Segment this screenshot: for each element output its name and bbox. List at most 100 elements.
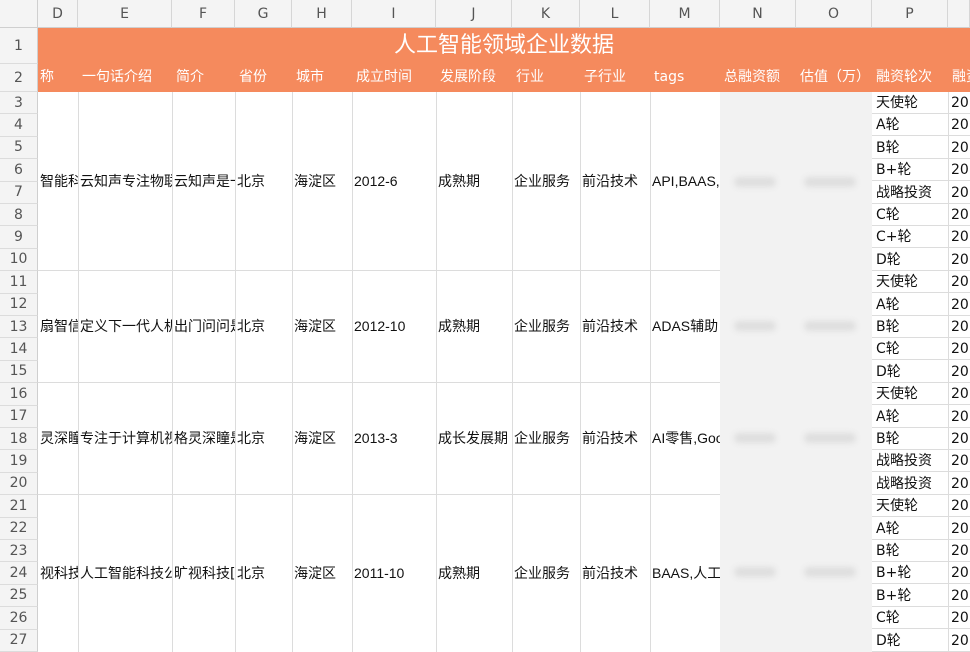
company-3-industry[interactable]: 企业服务 bbox=[512, 494, 580, 652]
row-header-27[interactable]: 27 bbox=[0, 629, 38, 652]
row-header-1[interactable]: 1 bbox=[0, 28, 38, 64]
round-cell[interactable]: D轮 bbox=[872, 630, 948, 652]
company-1-sub[interactable]: 前沿技术 bbox=[580, 270, 650, 382]
round-cell[interactable]: A轮 bbox=[872, 294, 948, 316]
round-cell[interactable]: B轮 bbox=[872, 540, 948, 562]
company-3-city[interactable]: 海淀区 bbox=[292, 494, 352, 652]
spreadsheet[interactable]: DEFGHIJKLMNOP 1 2 3 4 5 6 7 8 9 10 11 12 13 14 15 16 17 1… bbox=[0, 0, 970, 652]
column-header-12[interactable]: P bbox=[872, 0, 948, 28]
header-cell-6[interactable]: 发展阶段 bbox=[436, 64, 512, 90]
row-header-17[interactable]: 17 bbox=[0, 405, 38, 428]
round-cell[interactable]: D轮 bbox=[872, 249, 948, 271]
round-cell[interactable]: A轮 bbox=[872, 406, 948, 428]
company-3-sub[interactable]: 前沿技术 bbox=[580, 494, 650, 652]
column-header-13[interactable] bbox=[948, 0, 970, 28]
company-2-tags[interactable]: AI零售,Goo bbox=[650, 382, 720, 494]
company-0-province[interactable]: 北京 bbox=[235, 92, 292, 270]
round-cell[interactable]: B轮 bbox=[872, 137, 948, 159]
round-date-cell[interactable]: 201 bbox=[948, 562, 970, 585]
row-header-3[interactable]: 3 bbox=[0, 92, 38, 115]
row-header-20[interactable]: 20 bbox=[0, 472, 38, 496]
round-cell[interactable]: B+轮 bbox=[872, 159, 948, 182]
column-header-2[interactable]: F bbox=[172, 0, 235, 28]
round-date-cell[interactable]: 201 bbox=[948, 473, 970, 495]
round-date-cell[interactable]: 201 bbox=[948, 92, 970, 114]
round-date-cell[interactable]: 201 bbox=[948, 518, 970, 540]
round-date-cell[interactable]: 201 bbox=[948, 406, 970, 428]
company-2-city[interactable]: 海淀区 bbox=[292, 382, 352, 494]
row-header-10[interactable]: 10 bbox=[0, 248, 38, 272]
header-cell-0[interactable]: 称 bbox=[38, 64, 78, 90]
round-date-cell[interactable]: 201 bbox=[948, 361, 970, 383]
row-header-4[interactable]: 4 bbox=[0, 114, 38, 137]
company-2-stage[interactable]: 成长发展期 bbox=[436, 382, 512, 494]
header-cell-12[interactable]: 融资轮次 bbox=[872, 64, 948, 90]
row-header-14[interactable]: 14 bbox=[0, 338, 38, 361]
round-cell[interactable]: B轮 bbox=[872, 316, 948, 338]
company-2-province[interactable]: 北京 bbox=[235, 382, 292, 494]
round-date-cell[interactable]: 201 bbox=[948, 338, 970, 361]
header-cell-2[interactable]: 简介 bbox=[172, 64, 235, 90]
round-cell[interactable]: 天使轮 bbox=[872, 383, 948, 406]
round-date-cell[interactable]: 201 bbox=[948, 383, 970, 406]
round-date-cell[interactable]: 201 bbox=[948, 450, 970, 473]
company-3-province[interactable]: 北京 bbox=[235, 494, 292, 652]
row-header-13[interactable]: 13 bbox=[0, 316, 38, 339]
company-0-sub[interactable]: 前沿技术 bbox=[580, 92, 650, 270]
company-0-intro[interactable]: 云知声专注物联 bbox=[78, 92, 172, 270]
row-header-24[interactable]: 24 bbox=[0, 562, 38, 585]
company-2-brief[interactable]: 格灵深瞳是 bbox=[172, 382, 235, 494]
header-cell-8[interactable]: 子行业 bbox=[580, 64, 650, 90]
company-3-intro[interactable]: 人工智能科技公 bbox=[78, 494, 172, 652]
row-header-21[interactable]: 21 bbox=[0, 495, 38, 518]
select-all-corner[interactable] bbox=[0, 0, 38, 28]
company-1-city[interactable]: 海淀区 bbox=[292, 270, 352, 382]
company-1-province[interactable]: 北京 bbox=[235, 270, 292, 382]
company-0-founded[interactable]: 2012-6 bbox=[352, 92, 436, 270]
column-header-6[interactable]: J bbox=[436, 0, 512, 28]
column-header-9[interactable]: M bbox=[650, 0, 720, 28]
company-0-stage[interactable]: 成熟期 bbox=[436, 92, 512, 270]
round-cell[interactable]: C+轮 bbox=[872, 226, 948, 249]
header-cell-13[interactable]: 融资 bbox=[948, 64, 970, 90]
header-cell-1[interactable]: 一句话介绍 bbox=[78, 64, 172, 90]
header-cell-9[interactable]: tags bbox=[650, 64, 720, 90]
row-header-5[interactable]: 5 bbox=[0, 136, 38, 160]
company-1-founded[interactable]: 2012-10 bbox=[352, 270, 436, 382]
company-1-tags[interactable]: ADAS辅助 bbox=[650, 270, 720, 382]
column-header-1[interactable]: E bbox=[78, 0, 172, 28]
round-date-cell[interactable]: 201 bbox=[948, 137, 970, 159]
company-3-stage[interactable]: 成熟期 bbox=[436, 494, 512, 652]
column-header-0[interactable]: D bbox=[38, 0, 78, 28]
round-cell[interactable]: C轮 bbox=[872, 338, 948, 361]
row-header-26[interactable]: 26 bbox=[0, 607, 38, 630]
row-header-22[interactable]: 22 bbox=[0, 517, 38, 540]
header-cell-11[interactable]: 估值（万） bbox=[796, 64, 872, 90]
column-header-10[interactable]: N bbox=[720, 0, 796, 28]
row-header-7[interactable]: 7 bbox=[0, 181, 38, 204]
round-cell[interactable]: 战略投资 bbox=[872, 473, 948, 495]
row-header-23[interactable]: 23 bbox=[0, 540, 38, 563]
round-date-cell[interactable]: 201 bbox=[948, 226, 970, 249]
round-cell[interactable]: 战略投资 bbox=[872, 182, 948, 204]
company-1-name[interactable]: 扇智信 bbox=[38, 270, 78, 382]
round-date-cell[interactable]: 201 bbox=[948, 114, 970, 137]
company-2-intro[interactable]: 专注于计算机视 bbox=[78, 382, 172, 494]
column-header-7[interactable]: K bbox=[512, 0, 580, 28]
company-2-industry[interactable]: 企业服务 bbox=[512, 382, 580, 494]
round-cell[interactable]: B轮 bbox=[872, 428, 948, 450]
round-date-cell[interactable]: 201 bbox=[948, 316, 970, 338]
row-header-9[interactable]: 9 bbox=[0, 226, 38, 249]
row-header-6[interactable]: 6 bbox=[0, 159, 38, 182]
company-2-sub[interactable]: 前沿技术 bbox=[580, 382, 650, 494]
round-cell[interactable]: B+轮 bbox=[872, 562, 948, 585]
round-cell[interactable]: 战略投资 bbox=[872, 450, 948, 473]
company-3-tags[interactable]: BAAS,人工 bbox=[650, 494, 720, 652]
round-date-cell[interactable]: 201 bbox=[948, 249, 970, 271]
round-cell[interactable]: A轮 bbox=[872, 518, 948, 540]
round-cell[interactable]: 天使轮 bbox=[872, 92, 948, 114]
row-header-16[interactable]: 16 bbox=[0, 383, 38, 406]
round-date-cell[interactable]: 201 bbox=[948, 182, 970, 204]
round-date-cell[interactable]: 201 bbox=[948, 630, 970, 652]
sheet-title[interactable]: 人工智能领域企业数据 bbox=[38, 30, 970, 62]
